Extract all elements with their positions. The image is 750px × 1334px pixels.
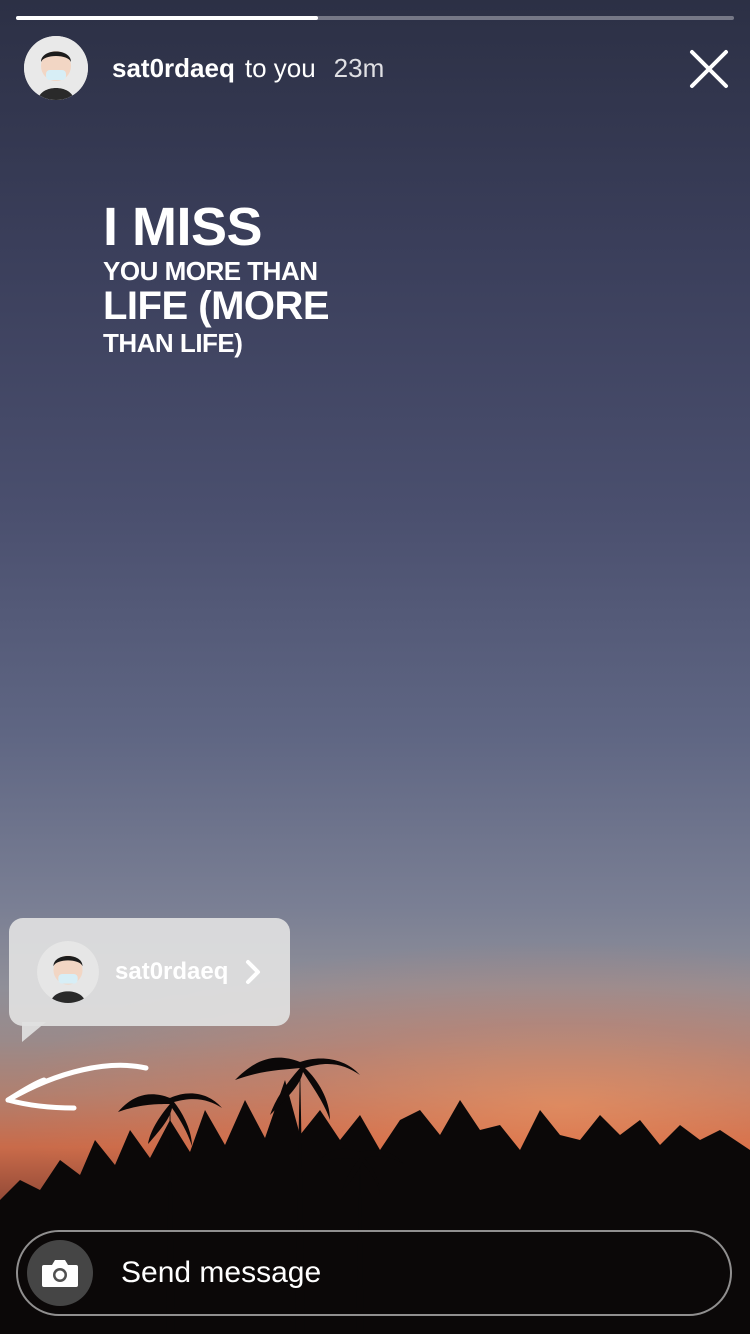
caption-line-3: LIFE (MORE (103, 284, 330, 328)
close-button[interactable] (686, 46, 732, 92)
caption-line-2: YOU MORE THAN (103, 256, 318, 286)
story-caption: I MISS YOU MORE THAN LIFE (MORE THAN LIF… (103, 197, 330, 358)
camera-button[interactable] (27, 1240, 93, 1306)
send-message-input[interactable]: Send message (121, 1256, 321, 1290)
mention-sticker-tail (22, 1022, 46, 1042)
mention-avatar-image (37, 941, 99, 1003)
caption-line-4: THAN LIFE) (103, 328, 243, 358)
hand-drawn-arrow-icon (5, 1062, 149, 1111)
mention-avatar (37, 941, 99, 1003)
story-recipient-label: to you (244, 52, 316, 83)
avatar[interactable] (24, 36, 88, 100)
chevron-right-icon (246, 960, 261, 984)
story-header: sat0rdaeq to you 23m (24, 36, 384, 100)
avatar-image (24, 36, 88, 100)
send-message-bar[interactable]: Send message (16, 1230, 732, 1316)
story-progress-bar (16, 16, 734, 20)
story-username[interactable]: sat0rdaeq (112, 53, 235, 84)
camera-icon (42, 1260, 78, 1287)
story-timestamp: 23m (333, 52, 385, 83)
mention-sticker[interactable]: sat0rdaeq (9, 918, 290, 1026)
close-icon (690, 50, 728, 88)
story-progress-fill (16, 16, 318, 20)
caption-line-1: I MISS (103, 197, 263, 257)
mention-username: sat0rdaeq (115, 958, 229, 985)
